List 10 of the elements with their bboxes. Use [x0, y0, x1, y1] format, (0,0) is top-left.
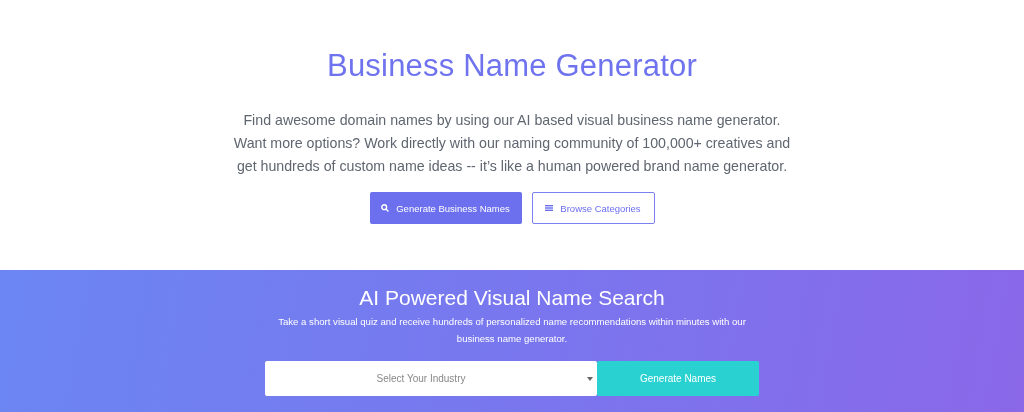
industry-select[interactable]: Select Your Industry — [265, 361, 597, 396]
search-icon — [381, 204, 390, 212]
browse-button[interactable]: Browse Categories — [531, 192, 655, 224]
section-title: AI Powered Visual Name Search — [359, 286, 665, 310]
generate-button[interactable]: Generate Business Names — [369, 192, 522, 224]
intro-paragraph: Find awesome domain names by using our AI based visual business name generator. Want more options? Work directly with our naming community of 100,000+ creatives and get hundreds of custom name ideas -- it’s like a human powered brand name generator. — [232, 111, 792, 176]
section-description: Take a short visual quiz and receive hundreds of personalized name recommendations within minutes with our business name generator. — [277, 315, 747, 346]
page-title: Business Name Generator — [327, 48, 697, 84]
list-icon — [545, 205, 554, 211]
caret-icon — [587, 377, 593, 381]
